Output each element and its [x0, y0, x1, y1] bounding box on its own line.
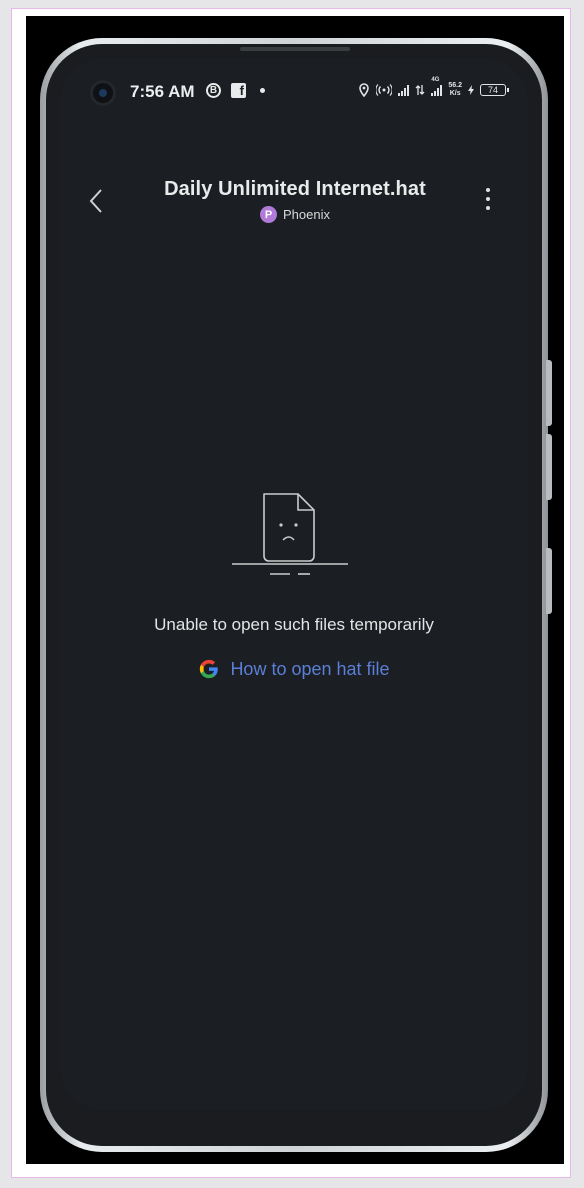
status-time: 7:56 AM [130, 82, 195, 101]
volume-up-button [546, 360, 552, 426]
sender-info: P Phoenix [140, 206, 450, 223]
sad-file-icon [232, 493, 348, 575]
earpiece-speaker [240, 47, 350, 51]
more-options-icon[interactable] [478, 186, 498, 212]
volume-down-button [546, 434, 552, 500]
google-icon [200, 659, 219, 679]
facebook-icon: f [231, 83, 246, 98]
phone-screen: 7:56 AM B f 4G 56.2 K/s 74 Daily Unlimit… [60, 58, 528, 1110]
battery-level: 74 [487, 85, 498, 95]
sender-name: Phoenix [283, 207, 330, 222]
speed-value: 56.2 [448, 82, 462, 89]
network-type: 4G [431, 77, 440, 83]
data-transfer-icon [415, 85, 425, 95]
charging-bolt-icon [468, 85, 474, 95]
power-button [546, 548, 552, 614]
sender-avatar: P [260, 206, 277, 223]
signal-bars-sim1-icon [398, 84, 410, 96]
file-title: Daily Unlimited Internet.hat [164, 178, 426, 200]
how-to-open-link[interactable]: How to open hat file [60, 658, 528, 680]
battery-icon: 74 [480, 84, 509, 96]
b-app-icon: B [206, 83, 221, 98]
back-arrow-icon[interactable] [86, 186, 108, 216]
how-to-open-link-label[interactable]: How to open hat file [230, 659, 389, 680]
error-message: Unable to open such files temporarily [154, 615, 434, 634]
notification-icons: B f [206, 83, 265, 98]
front-camera [90, 80, 116, 106]
hotspot-icon [376, 84, 393, 96]
speed-unit: K/s [449, 90, 461, 97]
system-status-icons: 4G 56.2 K/s 74 [358, 77, 509, 98]
signal-bars-sim2-icon: 4G [431, 77, 443, 96]
network-speed: 56.2 K/s [448, 82, 462, 98]
location-icon [359, 83, 370, 97]
more-notifications-dot-icon [260, 88, 265, 93]
